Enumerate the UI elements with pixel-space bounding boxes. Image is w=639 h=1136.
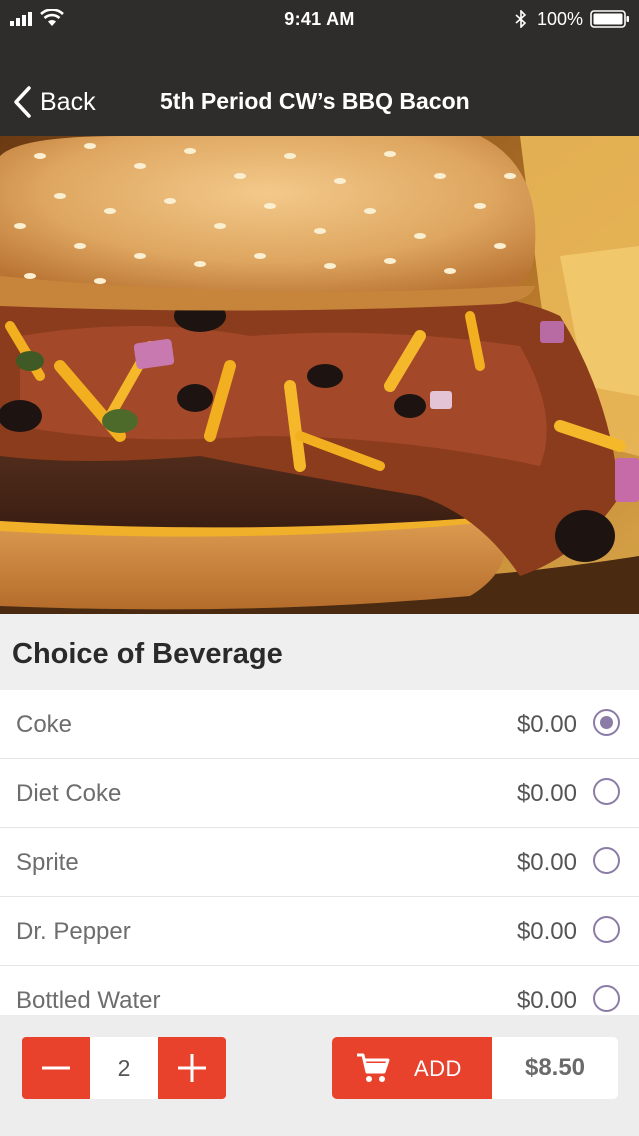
back-label: Back [40, 87, 96, 116]
option-label: Sprite [16, 849, 79, 876]
quantity-value: 2 [90, 1037, 158, 1099]
section-header: Choice of Beverage [0, 614, 639, 690]
option-price: $0.00 [516, 711, 577, 738]
decrease-quantity-button[interactable] [22, 1037, 90, 1099]
battery-percent: 100% [537, 9, 584, 29]
page-title: 5th Period CW’s BBQ Bacon [160, 88, 470, 114]
radio-unselected-icon[interactable] [593, 916, 620, 943]
back-button[interactable]: Back [12, 84, 96, 120]
product-image [0, 136, 639, 614]
radio-selected-icon[interactable] [593, 709, 620, 736]
option-row-sprite[interactable]: Sprite $0.00 [0, 828, 639, 897]
header: 9:41 AM 100% Back 5th Period CW’s BBQ Ba… [0, 0, 639, 136]
beverage-options-list: Coke $0.00 Diet Coke $0.00 Sprite $0.00 … [0, 690, 639, 1015]
option-row-diet-coke[interactable]: Diet Coke $0.00 [0, 759, 639, 828]
option-price: $0.00 [516, 987, 577, 1014]
cart-bar: 2 ADD $8.50 [0, 1015, 639, 1136]
option-label: Dr. Pepper [16, 918, 131, 945]
add-to-cart-button[interactable]: ADD [332, 1037, 492, 1099]
option-label: Coke [16, 711, 73, 738]
bluetooth-icon [515, 10, 527, 28]
cart-icon [357, 1053, 390, 1082]
burger-illustration [0, 136, 639, 614]
quantity-stepper: 2 [22, 1037, 226, 1099]
total-price: $8.50 [492, 1037, 618, 1099]
section-title: Choice of Beverage [12, 638, 283, 670]
radio-unselected-icon[interactable] [593, 985, 620, 1012]
minus-icon [42, 1066, 70, 1070]
radio-unselected-icon[interactable] [593, 778, 620, 805]
option-price: $0.00 [516, 780, 577, 807]
radio-unselected-icon[interactable] [593, 847, 620, 874]
add-label: ADD [414, 1056, 462, 1081]
plus-icon [178, 1054, 206, 1082]
status-bar: 9:41 AM 100% [0, 0, 639, 40]
option-row-bottled-water[interactable]: Bottled Water $0.00 [0, 966, 639, 1015]
option-price: $0.00 [516, 849, 577, 876]
option-price: $0.00 [516, 918, 577, 945]
increase-quantity-button[interactable] [158, 1037, 226, 1099]
option-label: Diet Coke [16, 780, 122, 807]
battery-icon [590, 10, 629, 28]
option-row-coke[interactable]: Coke $0.00 [0, 690, 639, 759]
option-row-dr-pepper[interactable]: Dr. Pepper $0.00 [0, 897, 639, 966]
chevron-left-icon [14, 86, 31, 118]
option-label: Bottled Water [16, 987, 161, 1014]
